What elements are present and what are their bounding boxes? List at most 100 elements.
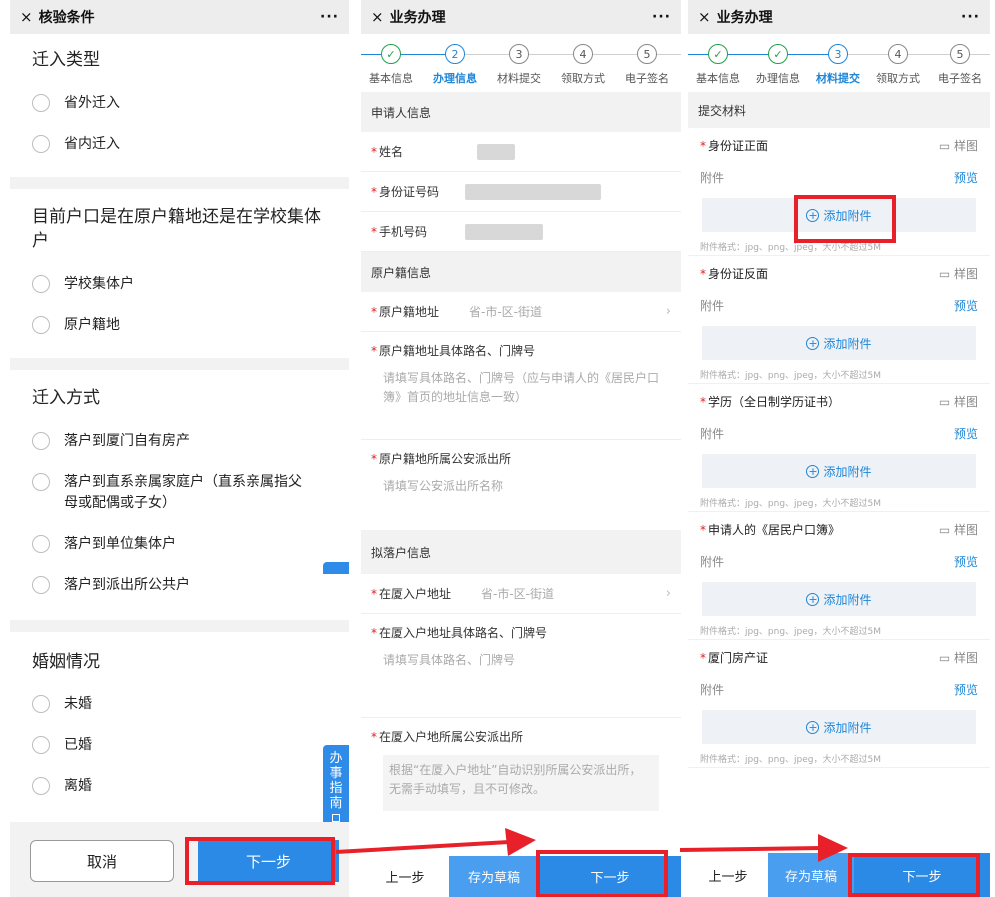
titlebar: × 核验条件 ··· [10, 0, 349, 34]
xiamen-police-field: * 在厦入户地所属公安派出所 根据“在厦入户地址”自动识别所属公安派出所，无需手动… [361, 718, 681, 811]
preview-link[interactable]: 预览 [954, 553, 978, 570]
cancel-button[interactable]: 取消 [30, 840, 174, 882]
phone-field[interactable]: * 手机号码 [361, 212, 681, 252]
document-title-row: * 申请人的《居民户口簿》 ▭ 样图 [700, 521, 978, 538]
attachment-row: 附件 预览 [688, 546, 990, 576]
radio-option[interactable]: 未婚 [10, 684, 349, 725]
xiamen-address-select[interactable]: * 在厦入户地址 省-市-区-街道 › [361, 574, 681, 614]
radio-option[interactable]: 落户到派出所公共户 [10, 565, 349, 606]
add-attachment-button[interactable]: + 添加附件 [702, 454, 976, 488]
step-number: 5 [950, 44, 970, 64]
add-attachment-button[interactable]: + 添加附件 [702, 198, 976, 232]
sample-link[interactable]: ▭ 样图 [939, 393, 978, 410]
sample-link[interactable]: ▭ 样图 [939, 649, 978, 666]
titlebar: × 业务办理 ··· [361, 0, 681, 34]
attachment-row: 附件 预览 [688, 290, 990, 320]
divider [10, 176, 349, 189]
origin-address-select[interactable]: * 原户籍地址 省-市-区-街道 › [361, 292, 681, 332]
radio-option[interactable]: 省外迁入 [10, 83, 349, 124]
add-attachment-label: 添加附件 [823, 592, 872, 607]
field-label: 在厦入户地址 [379, 587, 452, 601]
floating-tab-stub[interactable] [323, 562, 349, 574]
field-placeholder: 请填写具体路名、门牌号（应与申请人的《居民户口簿》首页的地址信息一致） [383, 371, 660, 405]
attachment-label: 附件 [700, 170, 725, 185]
section-heading: 原户籍信息 [361, 252, 681, 292]
attachment-row: 附件 预览 [688, 162, 990, 192]
section-heading: 迁入方式 [32, 387, 100, 408]
radio-icon[interactable] [32, 736, 50, 755]
add-attachment-button[interactable]: + 添加附件 [702, 710, 976, 744]
origin-street-field[interactable]: * 原户籍地址具体路名、门牌号 请填写具体路名、门牌号（应与申请人的《居民户口簿》… [361, 332, 681, 440]
close-icon[interactable]: × [20, 8, 33, 26]
more-icon[interactable]: ··· [652, 9, 671, 25]
guide-char: 办 [329, 751, 343, 766]
radio-option[interactable]: 落户到单位集体户 [10, 524, 349, 565]
prev-button[interactable]: 上一步 [361, 856, 449, 897]
radio-icon[interactable] [32, 695, 50, 714]
radio-icon[interactable] [32, 93, 50, 112]
sample-link[interactable]: ▭ 样图 [939, 521, 978, 538]
check-conditions-screen: × 核验条件 ··· 迁入类型 省外迁入 省内迁入 目前户口是在原户籍地还是在学… [10, 0, 349, 897]
section-heading: 目前户口是在原户籍地还是在学校集体户 [32, 206, 321, 252]
add-attachment-button[interactable]: + 添加附件 [702, 326, 976, 360]
radio-icon[interactable] [32, 134, 50, 153]
option-label: 学校集体户 [64, 275, 134, 292]
section-heading: 拟落户信息 [361, 530, 681, 574]
next-button[interactable]: 下一步 [539, 856, 681, 897]
option-label: 原户籍地 [64, 316, 120, 333]
add-attachment-button[interactable]: + 添加附件 [702, 582, 976, 616]
preview-link[interactable]: 预览 [954, 169, 978, 186]
radio-icon[interactable] [32, 534, 50, 553]
xiamen-street-field[interactable]: * 在厦入户地址具体路名、门牌号 请填写具体路名、门牌号 [361, 614, 681, 718]
radio-icon[interactable] [32, 274, 50, 293]
radio-option[interactable]: 已婚 [10, 725, 349, 766]
save-draft-button[interactable]: 存为草稿 [449, 856, 539, 897]
field-placeholder: 请填写具体路名、门牌号 [383, 653, 516, 667]
save-draft-button[interactable]: 存为草稿 [768, 853, 854, 897]
radio-option[interactable]: 学校集体户 [10, 264, 349, 305]
radio-option[interactable]: 离婚 [10, 766, 349, 807]
radio-icon[interactable] [32, 472, 50, 491]
more-icon[interactable]: ··· [320, 9, 339, 25]
preview-link[interactable]: 预览 [954, 681, 978, 698]
document-title-row: * 学历（全日制学历证书） ▭ 样图 [700, 393, 978, 410]
section-heading: 迁入类型 [32, 50, 100, 70]
name-field[interactable]: * 姓名 [361, 132, 681, 172]
plus-circle-icon: + [806, 592, 820, 606]
radio-option[interactable]: 省内迁入 [10, 124, 349, 165]
id-number-field[interactable]: * 身份证号码 [361, 172, 681, 212]
document-title-row: * 厦门房产证 ▭ 样图 [700, 649, 978, 666]
radio-icon[interactable] [32, 575, 50, 594]
origin-police-field[interactable]: * 原户籍地所属公安派出所 请填写公安派出所名称 [361, 440, 681, 530]
next-button[interactable]: 下一步 [198, 840, 339, 882]
radio-option[interactable]: 落户到直系亲属家庭户（直系亲属指父母或配偶或子女） [10, 462, 349, 524]
step-number: 2 [445, 44, 465, 64]
sample-link[interactable]: ▭ 样图 [939, 137, 978, 154]
option-label: 离婚 [64, 778, 92, 795]
radio-icon[interactable] [32, 777, 50, 796]
close-icon[interactable]: × [698, 8, 711, 26]
plus-circle-icon: + [806, 464, 820, 478]
add-attachment-label: 添加附件 [823, 464, 872, 479]
format-note: 附件格式：jpg、png、jpeg，大小不超过5M [688, 232, 990, 256]
section-heading: 提交材料 [688, 92, 990, 128]
option-label: 已婚 [64, 737, 92, 754]
step-basic-info: ✓ 基本信息 [361, 34, 423, 86]
step-label: 领取方式 [876, 72, 920, 85]
image-icon: ▭ [938, 138, 954, 153]
next-button[interactable]: 下一步 [854, 853, 990, 897]
prev-button[interactable]: 上一步 [688, 853, 768, 897]
redacted-value [465, 223, 544, 240]
document-name: 申请人的《居民户口簿》 [708, 522, 841, 537]
preview-link[interactable]: 预览 [954, 425, 978, 442]
format-note: 附件格式：jpg、png、jpeg，大小不超过5M [688, 744, 990, 768]
close-icon[interactable]: × [371, 8, 384, 26]
radio-option[interactable]: 原户籍地 [10, 305, 349, 346]
more-icon[interactable]: ··· [961, 9, 980, 25]
radio-option[interactable]: 落户到厦门自有房产 [10, 421, 349, 462]
sample-link[interactable]: ▭ 样图 [939, 265, 978, 282]
radio-icon[interactable] [32, 315, 50, 334]
radio-icon[interactable] [32, 431, 50, 450]
preview-link[interactable]: 预览 [954, 297, 978, 314]
titlebar: × 业务办理 ··· [688, 0, 990, 34]
